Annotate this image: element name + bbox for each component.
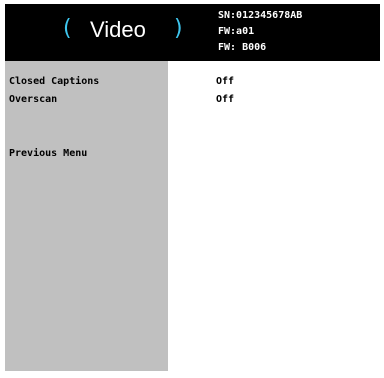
firmware-version: FW:a01 (218, 26, 255, 37)
left-paren-glyph: ( (63, 16, 72, 41)
menu-sidebar: Closed Captions Overscan Previous Menu (5, 61, 168, 371)
closed-captions-value[interactable]: Off (216, 75, 234, 88)
menu-item-overscan[interactable]: Overscan (9, 93, 57, 106)
previous-menu-button[interactable]: Previous Menu (9, 147, 87, 160)
menu-item-closed-captions[interactable]: Closed Captions (9, 75, 99, 88)
serial-number: SN:012345678AB (218, 10, 303, 21)
menu-title: Video (90, 17, 146, 42)
menu-values-panel: Off Off (168, 61, 380, 371)
menu-header: ( Video ) SN:012345678AB FW:a01 FW: B006 (5, 4, 380, 61)
overscan-value[interactable]: Off (216, 93, 234, 106)
right-paren-glyph: ) (174, 16, 183, 41)
device-info: SN:012345678AB FW:a01 FW: B006 (218, 9, 302, 57)
osd-menu: ( Video ) SN:012345678AB FW:a01 FW: B006… (5, 4, 380, 371)
firmware-version-2: FW: B006 (218, 42, 267, 53)
